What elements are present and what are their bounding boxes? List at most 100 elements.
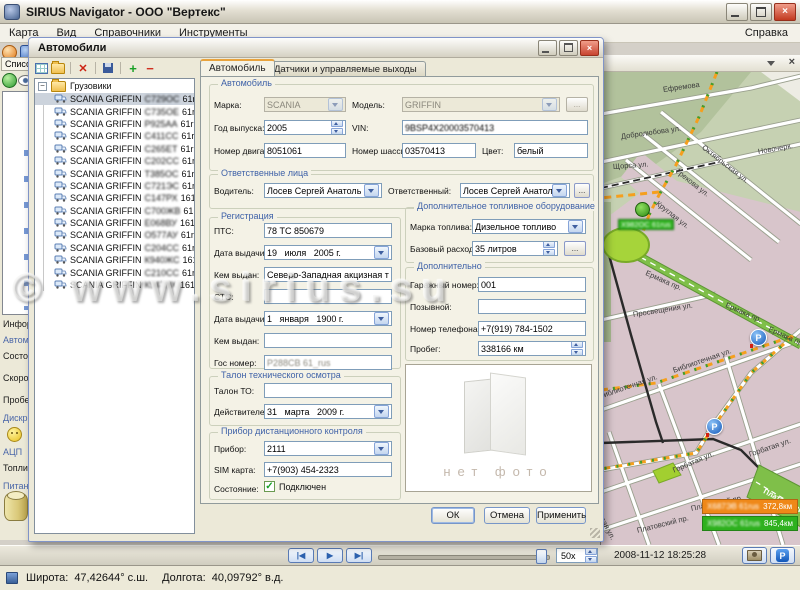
apply-button[interactable]: Применить xyxy=(536,507,586,524)
tab-vehicle[interactable]: Автомобиль xyxy=(200,59,275,76)
tree-item[interactable]: SCANIA GRIFFIN С265ЕТ 61rus xyxy=(35,143,194,155)
chassis-input[interactable]: 03570413 xyxy=(402,143,476,158)
mileage-spinner[interactable]: 338166 км xyxy=(478,341,586,356)
skip-start-button[interactable]: |◀ xyxy=(288,548,314,563)
tree-item[interactable]: SCANIA GRIFFIN С202СС 61rus xyxy=(35,155,194,167)
pts-input[interactable]: 78 ТС 850679 xyxy=(264,223,392,238)
state-row: ✓ Подключен xyxy=(264,481,326,492)
tree-item[interactable]: SCANIA GRIFFIN С721ЭС 61rus xyxy=(35,180,194,192)
timeline-slider-thumb[interactable] xyxy=(536,549,547,564)
dialog-maximize-button[interactable] xyxy=(559,40,578,56)
issued-by-label: Кем выдан: xyxy=(214,270,259,280)
fuel-brand-combo[interactable]: Дизельное топливо xyxy=(472,219,586,234)
pts-label: ПТС: xyxy=(214,226,234,236)
truck-icon xyxy=(54,168,67,180)
app-icon xyxy=(4,4,20,20)
valid-until-combo[interactable]: 31 марта 2009 г. xyxy=(264,404,392,419)
tree-item[interactable]: SCANIA GRIFFIN Е068ВУ 161rus xyxy=(35,217,194,229)
ok-button[interactable]: ОК xyxy=(431,507,475,524)
resize-grip[interactable] xyxy=(590,528,600,538)
extra-group-title: Дополнительно xyxy=(414,261,485,271)
tree-item[interactable]: SCANIA GRIFFIN С735ОЕ 61rus xyxy=(35,105,194,117)
truck-icon xyxy=(54,180,67,192)
table-settings-button[interactable] xyxy=(34,62,48,75)
sim-label: SIM карта: xyxy=(214,465,256,475)
tree-item[interactable]: SCANIA GRIFFIN Р925АА 61rus xyxy=(35,118,194,130)
dialog-minimize-button[interactable] xyxy=(538,40,557,56)
tree-item[interactable]: SCANIA GRIFFIN К940ЖС 161rus xyxy=(35,254,194,266)
tree-item[interactable]: SCANIA GRIFFIN С729ОС 61rus xyxy=(35,93,194,105)
speed-spin-arrows[interactable] xyxy=(585,548,597,563)
issue-date-label: Дата выдачи: xyxy=(214,248,267,258)
add-vehicle-button[interactable]: + xyxy=(126,62,140,75)
year-spinner[interactable]: 2005 xyxy=(264,120,346,135)
add-group-button[interactable] xyxy=(51,62,65,75)
state-label: Состояние: xyxy=(214,484,259,494)
minimize-button[interactable] xyxy=(726,3,748,21)
collapse-icon[interactable]: − xyxy=(38,82,47,91)
tree-item[interactable]: SCANIA GRIFFIN С204СС 61rus xyxy=(35,242,194,254)
plate-label: Гос номер: xyxy=(214,358,256,368)
sim-input[interactable]: +7(903) 454-2323 xyxy=(264,462,392,477)
persons-more-button[interactable]: ... xyxy=(574,183,590,198)
truck-icon xyxy=(54,106,67,118)
timeline-slider-track[interactable] xyxy=(378,555,550,560)
map-canvas[interactable]: ЕфремоваДобролюбова ул.Щорса ул.Октябрьс… xyxy=(601,72,800,545)
callsign-input[interactable] xyxy=(478,299,586,314)
issue-date2-combo[interactable]: 1 января 1900 г. xyxy=(264,311,392,326)
tree-root-row[interactable]: − Грузовики xyxy=(35,79,194,93)
vehicle-marker-icon[interactable] xyxy=(635,202,650,217)
fuel-rate-spinner[interactable]: 35 литров xyxy=(472,241,558,256)
vin-input[interactable]: 9BSP4X20003570413 xyxy=(402,120,588,135)
issued-by-input[interactable]: Северо-Западная акцизная т xyxy=(264,267,392,282)
sts-input[interactable] xyxy=(264,289,392,304)
year-label: Год выпуска: xyxy=(214,123,265,133)
map-close-icon[interactable]: × xyxy=(789,56,795,68)
delete-button[interactable]: ✕ xyxy=(76,62,90,75)
menu-help[interactable]: Справка xyxy=(733,25,800,41)
tree-item[interactable]: SCANIA GRIFFIN С700ЖВ 61rus xyxy=(35,205,194,217)
tree-item[interactable]: SCANIA GRIFFIN О577АУ 61rus xyxy=(35,229,194,241)
restore-button[interactable] xyxy=(750,3,772,21)
tree-item[interactable]: SCANIA GRIFFIN Т385ОС 61rus xyxy=(35,167,194,179)
garage-input[interactable]: 001 xyxy=(478,277,586,292)
tree-item[interactable]: SCANIA GRIFFIN С210СС 61rus xyxy=(35,266,194,278)
device-combo[interactable]: 2111 xyxy=(264,441,392,456)
issue-date-combo[interactable]: 19 июля 2005 г. xyxy=(264,245,392,260)
fuel-more-button[interactable]: ... xyxy=(564,241,586,256)
snapshot-button[interactable] xyxy=(742,547,767,564)
responsible-combo[interactable]: Лосев Сергей Анатоль xyxy=(460,183,570,198)
brand-more-button[interactable]: ... xyxy=(566,97,588,112)
dialog-close-button[interactable]: × xyxy=(580,40,599,56)
close-button[interactable]: × xyxy=(774,3,796,21)
tree-item[interactable]: SCANIA GRIFFIN К547ЭХ 161rus xyxy=(35,279,194,291)
vehicle-group-title: Автомобиль xyxy=(218,78,275,88)
ticket-input[interactable] xyxy=(264,383,392,398)
driver-combo[interactable]: Лосев Сергей Анатоль xyxy=(264,183,382,198)
map-dropdown-icon[interactable] xyxy=(767,61,775,66)
connected-checkbox[interactable]: ✓ xyxy=(264,481,275,492)
tab-sensors[interactable]: Датчики и управляемые выходы xyxy=(265,61,426,76)
truck-icon xyxy=(54,205,67,217)
info-group-power: Питан xyxy=(3,481,29,491)
device-group: Прибор дистанционного контроля Прибор: 2… xyxy=(209,432,401,500)
speed-spinner[interactable]: 50x xyxy=(556,548,598,563)
play-button[interactable]: ▶ xyxy=(317,548,343,563)
latitude-label: Широта: xyxy=(26,572,68,584)
engine-input[interactable]: 8051061 xyxy=(264,143,346,158)
parking-marker-icon[interactable]: P xyxy=(750,329,767,346)
sts-label: СТС: xyxy=(214,292,234,302)
phone-input[interactable]: +7(919) 784-1502 xyxy=(478,321,586,336)
tree-item[interactable]: SCANIA GRIFFIN С411СС 61rus xyxy=(35,130,194,142)
cancel-button[interactable]: Отмена xyxy=(484,507,530,524)
remove-vehicle-button[interactable]: − xyxy=(143,62,157,75)
parking-marker-icon[interactable]: P xyxy=(706,418,723,435)
plate-input[interactable]: Р288СВ 61_rus xyxy=(264,355,392,370)
skip-end-button[interactable]: ▶| xyxy=(346,548,372,563)
color-input[interactable]: белый xyxy=(514,143,588,158)
tree-item[interactable]: SCANIA GRIFFIN С147РХ 161rus xyxy=(35,192,194,204)
save-button[interactable] xyxy=(101,62,115,75)
issued-by2-input[interactable] xyxy=(264,333,392,348)
globe-icon[interactable] xyxy=(2,73,17,88)
parking-toggle-button[interactable]: P xyxy=(770,547,795,564)
